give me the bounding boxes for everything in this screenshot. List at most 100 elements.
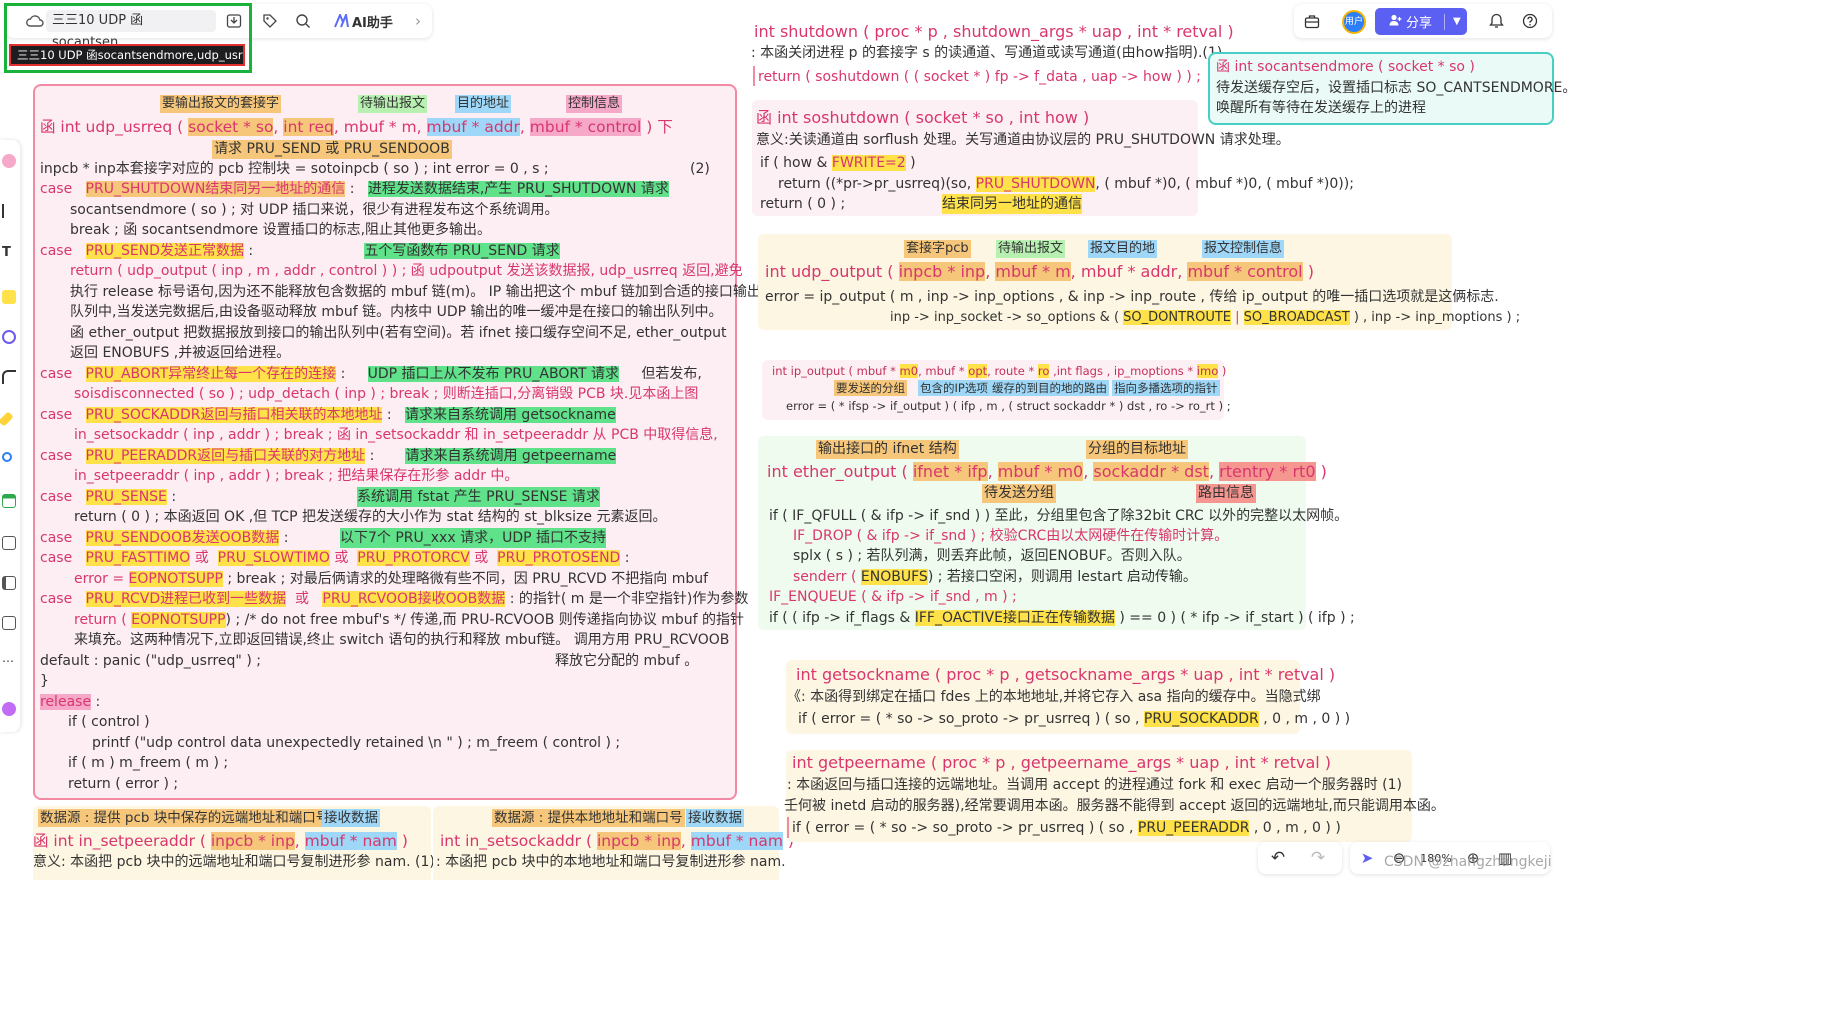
close-brace: } <box>40 673 49 689</box>
label-sense: PRU_SENSE <box>85 489 167 505</box>
peer-ann-recv: 接收数据 <box>322 809 380 827</box>
udp-output-signature: int udp_output ( inpcb * inp, mbuf * m, … <box>765 262 1314 281</box>
share-label: 分享 <box>1406 16 1433 31</box>
in-setsockaddr-signature: int in_setsockaddr ( inpcb * inp, mbuf *… <box>440 832 794 850</box>
soshutdown-desc: 意义:关读通道由 sorflush 处理。关写通道由协议层的 PRU_SHUTD… <box>756 132 1290 148</box>
param-req: int req <box>283 118 334 136</box>
shutdown-signature: int shutdown ( proc * p , shutdown_args … <box>754 22 1234 41</box>
socantsendmore-signature: 函 int socantsendmore ( socket * so ) <box>1216 59 1475 75</box>
soshutdown-if: if ( how & FWRITE=2 ) <box>760 155 916 171</box>
sock-ann-source: 数据源 : 提供本地地址和端口号 <box>492 809 685 827</box>
annotation-socket: 要输出报文的套接字 <box>160 95 282 113</box>
brand-icon[interactable] <box>2 702 16 716</box>
param-addr: mbuf * addr <box>426 118 520 136</box>
frame-icon[interactable] <box>2 536 16 550</box>
title-tooltip: 三三10 UDP 函socantsendmore,udp_usrreq下 <box>9 44 245 66</box>
line-peeraddr-1: in_setpeeraddr ( inp , addr ) ; break ; … <box>74 468 519 484</box>
undo-icon[interactable]: ↶ <box>1258 842 1298 874</box>
soshutdown-return-1: return ((*pr->pr_usrreq)(so, PRU_SHUTDOW… <box>778 176 1354 192</box>
watermark: CSDN @zhangzhangkeji <box>1384 854 1552 870</box>
param-so: socket * so <box>188 118 274 136</box>
sticky-note-icon[interactable] <box>2 290 16 304</box>
line-break-1: break ; 函 socantsendmore 设置插口的标志,阻止其他更多输… <box>70 222 492 238</box>
ellipsis-icon[interactable]: ⋯ <box>2 655 16 670</box>
case-sockaddr: case PRU_SOCKADDR返回与插口相关联的本地地址 : 请求来自系统调… <box>40 407 616 423</box>
ether-line-6: if ( ( ifp -> if_flags & IFF_OACTIVE接口正在… <box>769 610 1355 626</box>
redo-icon[interactable]: ↷ <box>1298 842 1338 874</box>
ai-assistant-button[interactable]: AI助手 <box>334 11 394 31</box>
ai-label: AI助手 <box>352 15 393 31</box>
ipout-ann-route: 缓存的到目的地的路由 <box>990 380 1109 396</box>
note-peeraddr: 请求来自系统调用 getpeername <box>405 448 617 464</box>
ether-ann-ifnet: 输出接口的 ifnet 结构 <box>816 440 959 459</box>
release-line-4: return ( error ) ; <box>68 776 179 792</box>
download-icon[interactable] <box>224 11 244 31</box>
connector-icon[interactable] <box>2 370 16 384</box>
avatar[interactable]: 用户 <box>1342 10 1366 34</box>
ether-output-signature: int ether_output ( ifnet * ifp, mbuf * m… <box>767 462 1327 481</box>
chevron-down-icon[interactable]: ▼ <box>1453 16 1461 27</box>
template-icon[interactable] <box>2 576 16 590</box>
tag-icon[interactable] <box>260 11 280 31</box>
getsockname-signature: int getsockname ( proc * p , getsockname… <box>796 665 1336 684</box>
shutdown-return: return ( soshutdown ( ( socket * ) fp ->… <box>758 69 1201 85</box>
text-cursor-icon[interactable] <box>2 204 10 218</box>
briefcase-icon[interactable] <box>1302 11 1322 31</box>
doc-title-button[interactable]: 三三10 UDP 函socantsen... <box>46 10 216 50</box>
more-tools-icon[interactable] <box>2 616 16 630</box>
ether-ann-route: 路由信息 <box>1196 484 1256 503</box>
socantsendmore-desc-2: 唤醒所有等待在发送缓存上的进程 <box>1216 100 1426 116</box>
label-peeraddr: PRU_PEERADDR返回与插口关联的对方地址 <box>85 448 366 464</box>
cloud-sync-icon[interactable] <box>26 13 44 27</box>
label-shutdown: PRU_SHUTDOWN结束同另一地址的通信 <box>85 181 346 197</box>
param-m: mbuf * m <box>343 118 417 136</box>
label-sendoob: PRU_SENDOOB发送OOB数据 <box>85 530 280 546</box>
getpeername-desc-2: 壬何被 inetd 启动的服务器),经常要调用本函。服务器不能得到 accept… <box>784 798 1445 814</box>
color-picker-icon[interactable] <box>2 154 16 168</box>
shape-icon[interactable] <box>2 330 16 344</box>
udpout-ann-dest: 报文目的地 <box>1088 240 1158 258</box>
ipout-ann-packet: 要发送的分组 <box>834 380 907 396</box>
udp-usrreq-signature: 函 int udp_usrreq ( socket * so, int req,… <box>40 118 673 136</box>
line-abort-1: soisdisconnected ( so ) ; udp_detach ( i… <box>74 386 699 402</box>
getpeername-desc-1: : 本函返回与插口连接的远端地址。当调用 accept 的进程通过 fork 和… <box>787 777 1402 793</box>
ip-output-line-1: error = ( * ifsp -> if_output ) ( ifp , … <box>786 399 1231 413</box>
ipout-ann-options: 包含的IP选项 <box>918 380 990 396</box>
case-sense: case PRU_SENSE : <box>40 489 177 505</box>
case-abort: case PRU_ABORT异常终止每一个存在的连接 : UDP 插口上从不发布… <box>40 366 702 382</box>
default-line: default : panic ("udp_usrreq" ) ; <box>40 653 261 669</box>
note-unsupported: 以下7个 PRU_xxx 请求，UDP 插口不支持 <box>340 528 606 548</box>
line-sense-1: return ( 0 ) ; 本函返回 OK ,但 TCP 把发送缓存的大小作为… <box>74 509 667 525</box>
soshutdown-note: 结束同另一地址的通信 <box>942 194 1082 214</box>
bell-icon[interactable] <box>1486 11 1506 31</box>
annotation-dest-addr: 目的地址 <box>455 95 512 113</box>
search-icon[interactable] <box>293 11 313 31</box>
in-setsockaddr-desc: : 本函把 pcb 块中的本地地址和端口号复制进形参 nam. <box>436 854 786 870</box>
case-rcvd: case PRU_RCVD进程已收到一些数据 或 PRU_RCVOOB接收OOB… <box>40 591 749 607</box>
note-sense: 系统调用 fstat 产生 PRU_SENSE 请求 <box>357 487 600 507</box>
line-eopnotsupp-1: error = EOPNOTSUPP ; break ; 对最后俩请求的处理略微… <box>74 571 709 587</box>
label-send: PRU_SEND发送正常数据 <box>85 243 244 259</box>
help-icon[interactable] <box>1520 11 1540 31</box>
mindmap-icon[interactable] <box>2 452 12 462</box>
getsockname-if: if ( error = ( * so -> so_proto -> pr_us… <box>798 711 1351 727</box>
table-icon[interactable] <box>2 494 16 508</box>
getsockname-desc: 《: 本函得到绑定在插口 fdes 上的本地地址,并将它存入 asa 指向的缓存… <box>787 689 1321 705</box>
shutdown-divider <box>753 66 755 86</box>
share-button[interactable]: 分享 ▼ <box>1375 8 1467 35</box>
annotation-control: 控制信息 <box>566 95 623 113</box>
sig-suffix: ) 下 <box>646 118 673 136</box>
chevron-right-icon[interactable]: › <box>410 11 426 31</box>
release-label: release : <box>40 694 101 710</box>
line-send-4: 函 ether_output 把数据报放到接口的输出队列中(若有空间)。若 if… <box>70 325 727 341</box>
divider <box>1444 13 1446 30</box>
udpout-ann-control: 报文控制信息 <box>1202 240 1285 258</box>
label-sockaddr: PRU_SOCKADDR返回与插口相关联的本地地址 <box>85 407 383 423</box>
udp-output-line-2: inp -> inp_socket -> so_options & ( SO_D… <box>890 310 1521 325</box>
line-send-5: 返回 ENOBUFS ,并被返回给进程。 <box>70 345 291 361</box>
note-req: 请求 PRU_SEND 或 PRU_SENDOOB <box>212 140 452 159</box>
select-cursor-icon[interactable]: ➤ <box>1350 842 1384 874</box>
note-send: 五个写函数布 PRU_SEND 请求 <box>364 243 560 259</box>
case-timo: case PRU_FASTTIMO 或 PRU_SLOWTIMO 或 PRU_P… <box>40 550 630 566</box>
text-icon[interactable]: T <box>2 246 16 260</box>
